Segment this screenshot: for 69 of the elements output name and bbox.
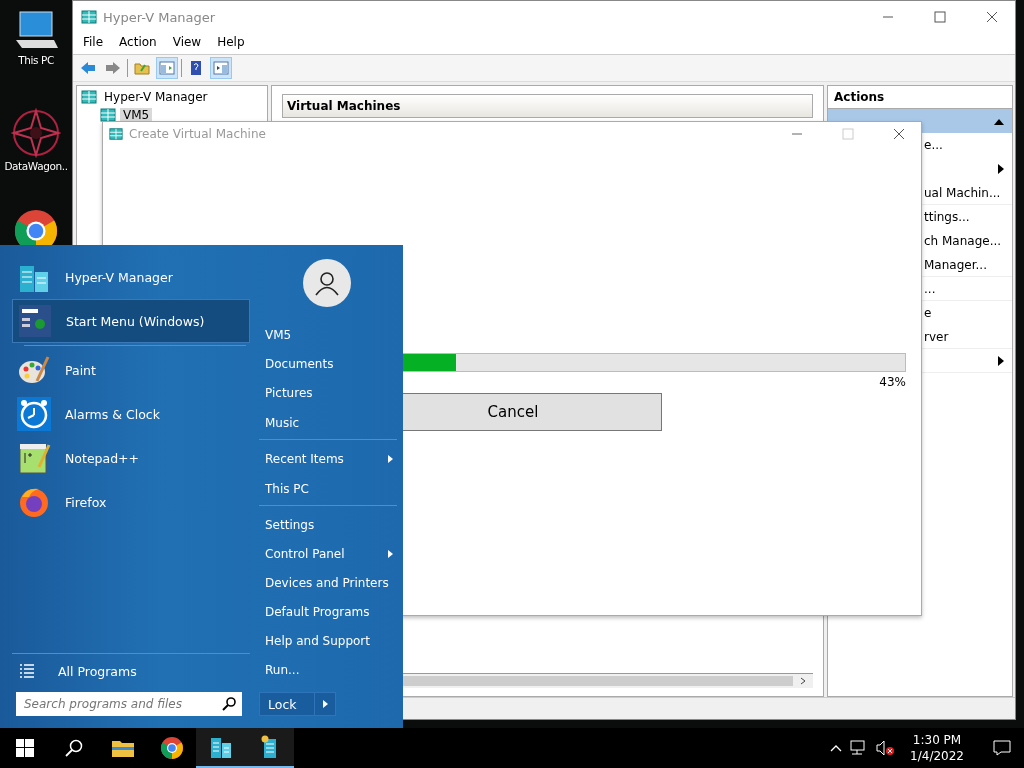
submenu-arrow-icon[interactable]: [998, 164, 1004, 174]
start-menu-link[interactable]: Settings: [265, 517, 315, 532]
action-pane-entry[interactable]: e...: [924, 138, 943, 152]
action-pane-entry[interactable]: Manager...: [924, 257, 987, 272]
server-icon: [81, 9, 97, 25]
folder-icon[interactable]: [110, 738, 135, 758]
action-pane-entry[interactable]: e: [924, 306, 932, 320]
all-programs-link[interactable]: All Programs: [58, 663, 137, 679]
action-pane-entry[interactable]: rver: [924, 329, 949, 344]
start-menu-link[interactable]: Devices and Printers: [265, 575, 389, 590]
close-icon[interactable]: [892, 128, 905, 140]
program-item[interactable]: Start Menu (Windows): [12, 299, 250, 343]
list-icon: [20, 664, 34, 678]
maximize-icon: [841, 128, 854, 140]
program-item[interactable]: Alarms & Clock: [12, 392, 250, 436]
server-icon: [109, 127, 123, 141]
menu-item[interactable]: Action: [111, 33, 165, 54]
window-title: Hyper-V Manager: [103, 9, 217, 25]
start-menu-link[interactable]: Documents: [265, 356, 334, 371]
tree-item[interactable]: VM5: [120, 108, 153, 122]
start-menu-link[interactable]: Recent Items: [265, 451, 344, 466]
alarm-clock-icon: [17, 397, 51, 431]
start-menu-link[interactable]: Help and Support: [265, 633, 370, 648]
arrow-right-icon[interactable]: [322, 700, 328, 708]
collapse-caret-icon[interactable]: [994, 117, 1004, 125]
search-icon[interactable]: [64, 739, 83, 757]
pane-header: Virtual Machines: [282, 94, 813, 118]
chevron-up-icon[interactable]: [830, 744, 843, 752]
action-pane-entry[interactable]: ual Machin...: [924, 185, 1001, 200]
search-field[interactable]: Search programs and files: [16, 692, 242, 716]
speaker-icon[interactable]: [876, 740, 895, 756]
program-item[interactable]: Firefox: [12, 480, 250, 524]
start-menu-link[interactable]: VM5: [265, 327, 292, 342]
mandala-icon: [11, 108, 61, 158]
action-pane-entry[interactable]: ...: [924, 281, 936, 296]
close-icon[interactable]: [986, 11, 998, 23]
start-menu-link[interactable]: Pictures: [265, 385, 313, 400]
program-item[interactable]: Notepad++: [12, 436, 250, 480]
action-pane-entry[interactable]: ttings...: [924, 210, 970, 224]
tree-item[interactable]: Hyper-V Manager: [101, 90, 211, 104]
clock-date[interactable]: 1/4/2022: [910, 748, 964, 764]
submenu-arrow-icon[interactable]: [998, 355, 1004, 366]
server-icon: [81, 89, 97, 105]
progress-percent: 43%: [879, 375, 906, 389]
lock-button[interactable]: Lock: [259, 692, 336, 716]
chrome-icon: [159, 736, 184, 760]
start-menu-link[interactable]: Default Programs: [265, 604, 370, 619]
program-item[interactable]: Paint: [12, 348, 250, 392]
clock-time[interactable]: 1:30 PM: [912, 732, 962, 748]
windows-logo-icon[interactable]: [15, 739, 34, 757]
start-menu-link[interactable]: This PC: [265, 482, 309, 496]
server-stack-icon[interactable]: [208, 735, 233, 759]
search-icon[interactable]: [222, 697, 236, 711]
start-menu-link[interactable]: Music: [265, 416, 300, 430]
start-menu-link[interactable]: Control Panel: [265, 546, 345, 561]
dialog-title: Create Virtual Machine: [129, 127, 267, 141]
user-avatar[interactable]: [303, 259, 351, 307]
action-pane-entry[interactable]: ch Manage...: [924, 234, 1002, 248]
menu-item[interactable]: File: [75, 33, 112, 54]
menu-item[interactable]: Help: [209, 33, 253, 54]
start-menu-link[interactable]: Run...: [265, 662, 300, 677]
desktop-icon-label[interactable]: This PC: [18, 54, 54, 66]
program-item[interactable]: Hyper-V Manager: [12, 255, 250, 299]
maximize-icon[interactable]: [934, 11, 946, 23]
desktop-icon-label[interactable]: DataWagon..: [4, 160, 68, 172]
start-menu-icon: [18, 304, 52, 338]
notepad-icon: [17, 441, 51, 475]
menu-item[interactable]: View: [164, 33, 210, 54]
notification-icon[interactable]: [993, 740, 1011, 756]
